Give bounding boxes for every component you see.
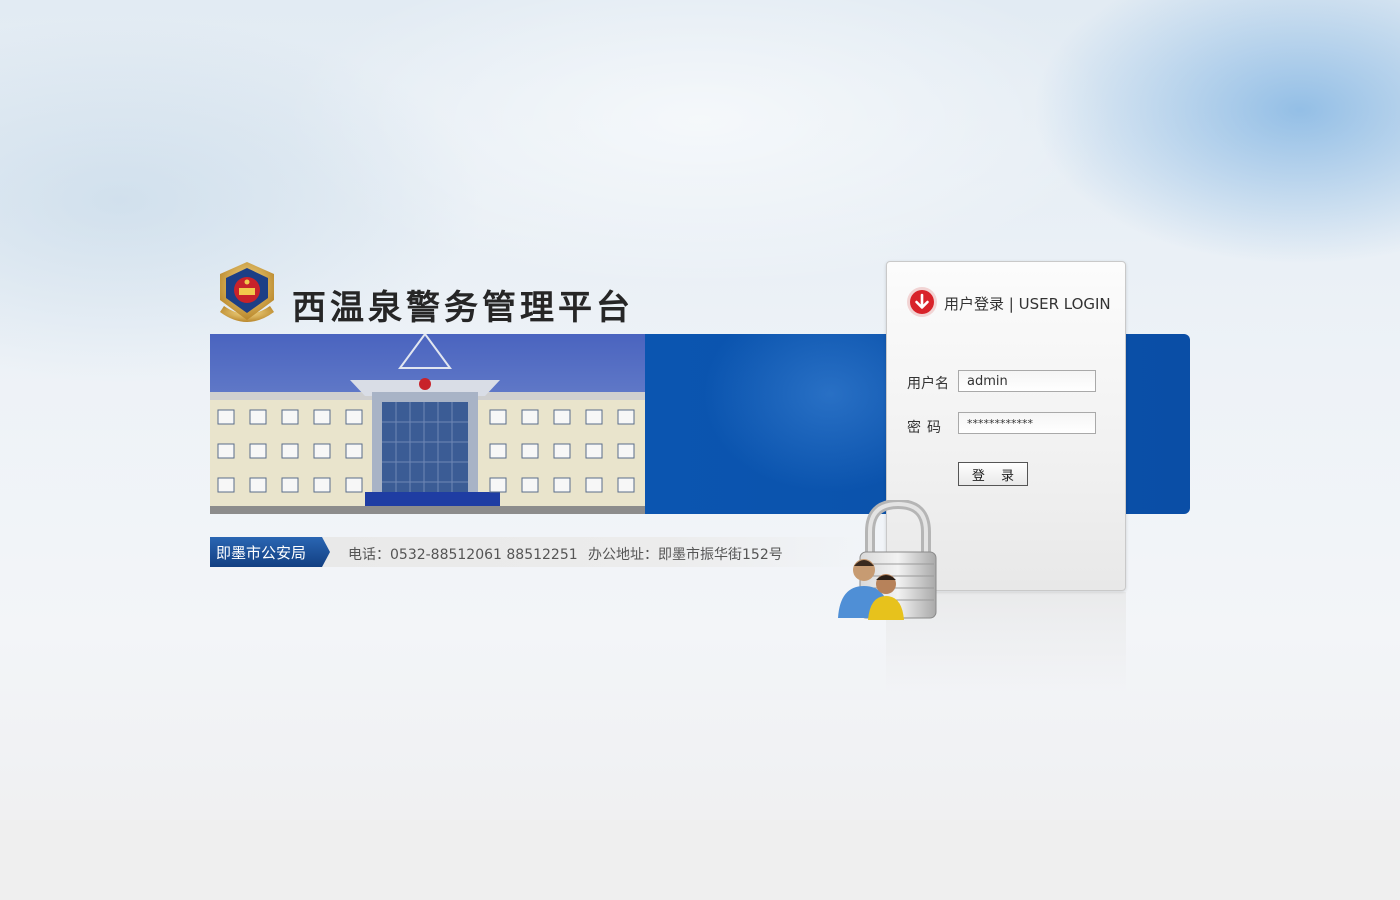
password-label: 密码 (907, 420, 947, 436)
page-title: 西温泉警务管理平台 (292, 288, 634, 328)
page-floor (0, 820, 1400, 900)
username-input[interactable] (958, 370, 1096, 392)
username-label: 用户名 (907, 376, 949, 392)
login-button[interactable]: 登 录 (958, 462, 1028, 486)
password-input[interactable] (958, 412, 1096, 434)
building-photo (210, 334, 645, 514)
org-name: 即墨市公安局 (216, 544, 307, 562)
login-arrow-icon (907, 287, 937, 317)
police-emblem-icon (220, 262, 274, 322)
office-address: 办公地址：即墨市振华街152号 (588, 547, 783, 563)
contact-phone: 电话：0532-88512061 88512251 (348, 547, 578, 563)
login-heading: 用户登录 | USER LOGIN (944, 295, 1111, 313)
padlock-users-icon (838, 500, 937, 620)
